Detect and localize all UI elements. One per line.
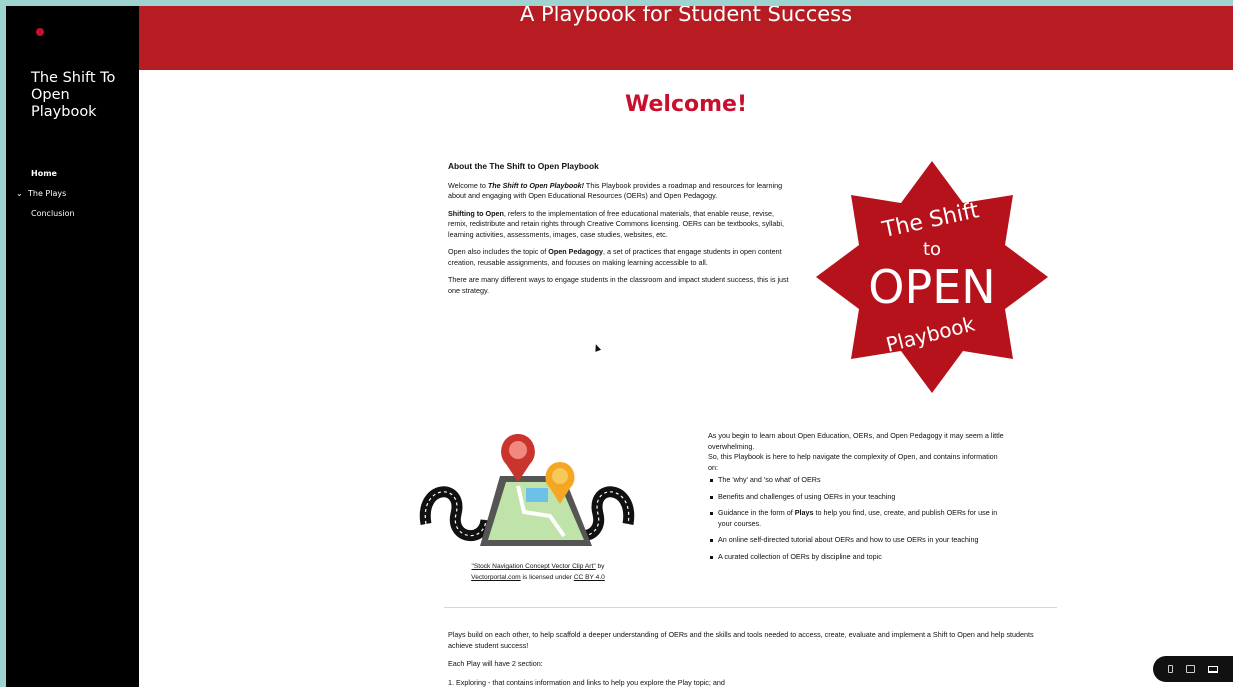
about-heading: About the The Shift to Open Playbook: [448, 161, 599, 171]
device-preview-toolbar: [1153, 656, 1233, 682]
plays-paragraph-2: Each Play will have 2 section:: [448, 659, 543, 668]
logo-dot-icon[interactable]: [36, 28, 44, 36]
tablet-view-icon[interactable]: [1185, 665, 1195, 673]
about-section: About the The Shift to Open Playbook Wel…: [448, 161, 793, 303]
intro-line-2: So, this Playbook is here to help naviga…: [708, 452, 998, 472]
text: by: [595, 563, 605, 570]
badge-line-2: to: [923, 239, 941, 260]
about-paragraph-2: Shifting to Open, refers to the implemen…: [448, 209, 793, 241]
list-item: The 'why' and 'so what' of OERs: [708, 475, 1008, 486]
intro-line-1: As you begin to learn about Open Educati…: [708, 431, 1004, 451]
about-paragraph-4: There are many different ways to engage …: [448, 275, 789, 295]
chevron-down-icon[interactable]: ⌄: [16, 188, 28, 200]
sidebar-item-label: The Plays: [28, 189, 67, 198]
list-item: An online self-directed tutorial about O…: [708, 535, 1008, 546]
navigation-illustration: [414, 424, 640, 570]
page-header-banner: A Playbook for Student Success: [139, 6, 1233, 70]
intro-list: The 'why' and 'so what' of OERs Benefits…: [708, 475, 1008, 562]
credit-link-license[interactable]: CC BY 4.0: [574, 574, 605, 581]
list-item: Benefits and challenges of using OERs in…: [708, 492, 1008, 503]
text: Open also includes the topic of: [448, 247, 549, 256]
image-credit: "Stock Navigation Concept Vector Clip Ar…: [448, 561, 628, 583]
welcome-heading: Welcome!: [625, 92, 747, 117]
map-water: [526, 488, 548, 502]
desktop-view-icon[interactable]: [1208, 665, 1219, 673]
mobile-view-icon[interactable]: [1167, 665, 1173, 673]
plays-paragraph-3: 1. Exploring - that contains information…: [448, 677, 725, 687]
page-frame: The Shift To Open Playbook Home ⌄ The Pl…: [6, 6, 1233, 687]
plays-section: Plays build on each other, to help scaff…: [448, 630, 1058, 687]
shift-to-open-badge: The Shift to OPEN Playbook: [810, 155, 1054, 399]
site-title[interactable]: The Shift To Open Playbook: [31, 70, 131, 121]
badge-star-graphic: The Shift to OPEN Playbook: [816, 161, 1048, 393]
sidebar-nav: Home ⌄ The Plays Conclusion: [16, 164, 136, 224]
about-paragraph-3: Open also includes the topic of Open Ped…: [448, 247, 793, 268]
header-title: A Playbook for Student Success: [519, 6, 853, 26]
sidebar-item-home[interactable]: Home: [16, 164, 136, 184]
list-item: A curated collection of OERs by discipli…: [708, 552, 1008, 563]
pin-red-center: [509, 441, 527, 459]
intro-section: As you begin to learn about Open Educati…: [708, 431, 1008, 568]
text: Welcome to: [448, 180, 488, 190]
strong-text: Shifting to Open: [448, 208, 504, 218]
credit-link-vectorportal[interactable]: Vectorportal.com: [471, 574, 520, 581]
sidebar-item-conclusion[interactable]: Conclusion: [16, 204, 136, 224]
mouse-cursor-icon: [592, 343, 602, 352]
list-item: Guidance in the form of Plays to help yo…: [708, 508, 1008, 529]
text: is licensed under: [520, 574, 574, 581]
pin-orange-center: [552, 468, 568, 484]
text: Guidance in the form of: [718, 508, 795, 517]
section-divider: [444, 607, 1057, 608]
strong-text: Plays: [794, 508, 814, 517]
plays-paragraph-1: Plays build on each other, to help scaff…: [448, 630, 1034, 650]
badge-line-3: OPEN: [868, 260, 995, 314]
emphasis: The Shift to Open Playbook!: [487, 180, 585, 190]
credit-link-image[interactable]: "Stock Navigation Concept Vector Clip Ar…: [472, 563, 596, 570]
sidebar-item-the-plays[interactable]: ⌄ The Plays: [16, 184, 136, 204]
sidebar: The Shift To Open Playbook Home ⌄ The Pl…: [6, 6, 139, 687]
about-paragraph-1: Welcome to The Shift to Open Playbook! T…: [448, 181, 793, 202]
navigation-clip-art: [419, 434, 635, 546]
sidebar-item-label: Home: [31, 169, 57, 178]
sidebar-item-label: Conclusion: [31, 209, 75, 218]
strong-text: Open Pedagogy: [548, 247, 604, 256]
